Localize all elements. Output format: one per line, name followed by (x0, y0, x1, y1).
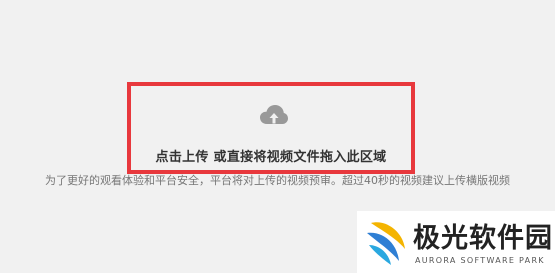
aurora-logo-icon (367, 222, 405, 265)
watermark-name-en: AURORA SOFTWARE PARK (415, 256, 545, 265)
upload-notice: 为了更好的观看体验和平台安全，平台将对上传的视频预审。超过40秒的视频建议上传横… (45, 174, 510, 187)
upload-page: { "upload": { "label": "点击上传 或直接将视频文件拖入此… (0, 0, 555, 273)
cloud-upload-icon (260, 105, 288, 124)
upload-label: 点击上传 或直接将视频文件拖入此区域 (155, 150, 387, 165)
watermark-name-cn: 极光软件园 (413, 223, 553, 254)
watermark: 极光软件园 AURORA SOFTWARE PARK (357, 211, 555, 273)
upload-drop-zone[interactable]: 点击上传 或直接将视频文件拖入此区域 (127, 82, 415, 174)
